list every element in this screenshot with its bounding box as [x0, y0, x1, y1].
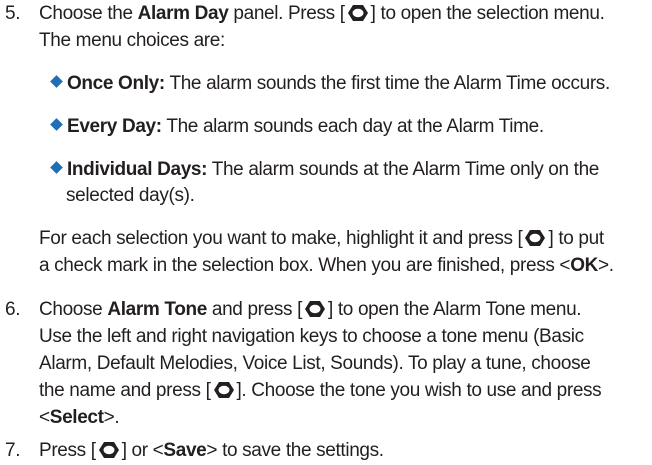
diamond-bullet-icon	[50, 118, 63, 131]
option-individual-days: Individual Days: The alarm sounds at the…	[49, 157, 599, 183]
save-key-label: Save	[163, 440, 207, 461]
text: panel. Press [	[228, 3, 345, 24]
text: a check mark in the selection box. When …	[39, 255, 571, 276]
step-6-line-4: the name and press [ ]. Choose the tone y…	[39, 378, 602, 404]
navigation-select-key-icon	[98, 441, 120, 459]
step-number: 6.	[5, 299, 21, 320]
text: ] to open the selection menu.	[370, 3, 605, 24]
text: the name and press [	[39, 380, 211, 401]
text: Choose	[39, 299, 108, 320]
text: >.	[598, 255, 614, 276]
option-every-day: Every Day: The alarm sounds each day at …	[49, 114, 544, 140]
text: > to save the settings.	[206, 440, 384, 461]
option-label: Individual Days:	[67, 159, 208, 180]
step-number: 5.	[5, 3, 21, 24]
step-6-line-2: Use the left and right navigation keys t…	[39, 326, 584, 347]
text: Press [	[39, 440, 96, 461]
select-key-label: Select	[49, 407, 104, 428]
option-individual-days-continued: selected day(s).	[66, 185, 195, 206]
text: ] to put	[548, 228, 604, 249]
navigation-select-key-icon	[524, 229, 546, 247]
step-6-line-1: Choose Alarm Tone and press [ ] to open t…	[39, 297, 582, 323]
option-description: The alarm sounds the first time the Alar…	[164, 73, 610, 94]
text: ] or <	[121, 440, 164, 461]
alarm-day-label: Alarm Day	[137, 3, 229, 24]
step-6-line-5: <Select>.	[39, 405, 120, 431]
step-5-paragraph-line-2: a check mark in the selection box. When …	[39, 253, 614, 279]
text: ]. Choose the tone you wish to use and p…	[236, 380, 602, 401]
step-5-line-2: The menu choices are:	[39, 30, 225, 51]
step-number: 7.	[5, 440, 21, 461]
diamond-bullet-icon	[50, 161, 63, 174]
option-description: The alarm sounds at the Alarm Time only …	[207, 159, 600, 180]
ok-key-label: OK	[570, 255, 598, 276]
option-label: Every Day:	[67, 116, 162, 137]
text: <	[39, 407, 50, 428]
text: >.	[103, 407, 120, 428]
alarm-tone-label: Alarm Tone	[107, 299, 207, 320]
option-description: The alarm sounds each day at the Alarm T…	[161, 116, 544, 137]
navigation-select-key-icon	[304, 300, 326, 318]
step-6-line-3: Alarm, Default Melodies, Voice List, Sou…	[39, 353, 591, 374]
option-label: Once Only:	[67, 73, 165, 94]
navigation-select-key-icon	[347, 4, 369, 22]
text: ] to open the Alarm Tone menu.	[328, 299, 582, 320]
text: and press [	[206, 299, 303, 320]
navigation-select-key-icon	[213, 381, 235, 399]
step-5-line-1: Choose the Alarm Day panel. Press [ ] to …	[39, 1, 605, 27]
option-once-only: Once Only: The alarm sounds the first ti…	[49, 71, 610, 97]
text: Choose the	[39, 3, 138, 24]
step-7-line-1: Press [ ] or <Save> to save the settings.	[39, 438, 384, 464]
text: For each selection you want to make, hig…	[39, 228, 523, 249]
diamond-bullet-icon	[50, 75, 63, 88]
step-5-paragraph-line-1: For each selection you want to make, hig…	[39, 226, 604, 252]
